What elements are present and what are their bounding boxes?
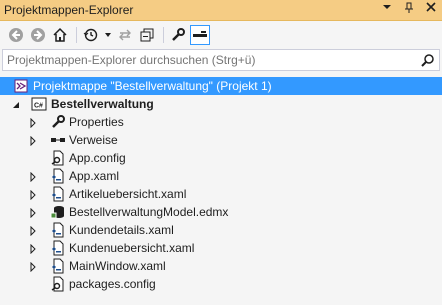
collapsed-arrow-icon[interactable]	[28, 189, 38, 201]
toolbar-separator	[163, 27, 164, 43]
search-input[interactable]	[7, 50, 407, 70]
xaml-file-icon	[50, 222, 66, 238]
xaml-file-icon	[50, 258, 66, 274]
toolbar	[0, 22, 442, 48]
csharp-project-icon: C#	[31, 96, 47, 112]
tree-item-label: Kundenuebersicht.xaml	[69, 241, 195, 255]
tree-item-project[interactable]: C# Bestellverwaltung	[0, 95, 442, 113]
window-title: Projektmappen-Explorer	[4, 3, 134, 17]
xaml-file-icon	[50, 168, 66, 184]
back-icon[interactable]	[6, 25, 26, 45]
collapsed-arrow-icon[interactable]	[28, 225, 38, 237]
tree-item-label: Projektmappe "Bestellverwaltung" (Projek…	[33, 79, 272, 93]
forward-icon[interactable]	[28, 25, 48, 45]
search-box[interactable]	[2, 49, 440, 71]
svg-text:C#: C#	[34, 103, 43, 110]
tree-item-label: Artikeluebersicht.xaml	[69, 187, 187, 201]
properties-icon[interactable]	[168, 25, 188, 45]
solution-tree: Projektmappe "Bestellverwaltung" (Projek…	[0, 75, 442, 305]
solution-icon	[13, 78, 29, 94]
sync-icon[interactable]	[115, 25, 135, 45]
tree-item-label: BestellverwaltungModel.edmx	[69, 205, 229, 219]
history-icon[interactable]	[81, 25, 101, 45]
collapsed-arrow-icon[interactable]	[28, 117, 38, 129]
wrench-icon	[50, 114, 66, 130]
tree-item[interactable]: Artikeluebersicht.xaml	[0, 185, 442, 203]
toolbar-separator	[76, 27, 77, 43]
search-icon[interactable]	[421, 53, 435, 67]
references-icon	[50, 132, 66, 148]
close-icon[interactable]	[424, 2, 438, 16]
tree-item[interactable]: Kundenuebersicht.xaml	[0, 239, 442, 257]
pin-icon[interactable]	[402, 2, 416, 16]
tree-item[interactable]: MainWindow.xaml	[0, 257, 442, 275]
tree-item[interactable]: App.config	[0, 149, 442, 167]
expanded-arrow-icon[interactable]	[11, 99, 21, 109]
collapsed-arrow-icon[interactable]	[28, 243, 38, 255]
tree-item-label: Properties	[69, 115, 124, 129]
tree-item[interactable]: packages.config	[0, 275, 442, 293]
config-file-icon	[50, 150, 66, 166]
tree-item-label: packages.config	[69, 277, 156, 291]
tree-item-label: Verweise	[69, 133, 118, 147]
dropdown-icon[interactable]	[380, 2, 394, 16]
collapse-all-icon[interactable]	[137, 25, 157, 45]
tree-item-solution[interactable]: Projektmappe "Bestellverwaltung" (Projek…	[0, 77, 442, 95]
tree-item[interactable]: App.xaml	[0, 167, 442, 185]
collapsed-arrow-icon[interactable]	[28, 207, 38, 219]
xaml-file-icon	[50, 240, 66, 256]
preview-icon[interactable]	[190, 25, 210, 45]
tree-item-label: Kundendetails.xaml	[69, 223, 174, 237]
edmx-file-icon	[50, 204, 66, 220]
tree-item-label: MainWindow.xaml	[69, 259, 166, 273]
tree-item-label: App.xaml	[69, 169, 120, 183]
tree-item[interactable]: BestellverwaltungModel.edmx	[0, 203, 442, 221]
config-file-icon	[50, 276, 66, 292]
home-icon[interactable]	[50, 25, 70, 45]
chevron-down-icon[interactable]	[103, 25, 113, 45]
tree-item[interactable]: Verweise	[0, 131, 442, 149]
tool-window-title-bar: Projektmappen-Explorer	[0, 0, 442, 21]
tree-item-label: App.config	[69, 151, 126, 165]
tree-item-label: Bestellverwaltung	[51, 97, 154, 111]
collapsed-arrow-icon[interactable]	[28, 261, 38, 273]
tree-item[interactable]: Kundendetails.xaml	[0, 221, 442, 239]
tree-item[interactable]: Properties	[0, 113, 442, 131]
xaml-file-icon	[50, 186, 66, 202]
collapsed-arrow-icon[interactable]	[28, 171, 38, 183]
collapsed-arrow-icon[interactable]	[28, 135, 38, 147]
